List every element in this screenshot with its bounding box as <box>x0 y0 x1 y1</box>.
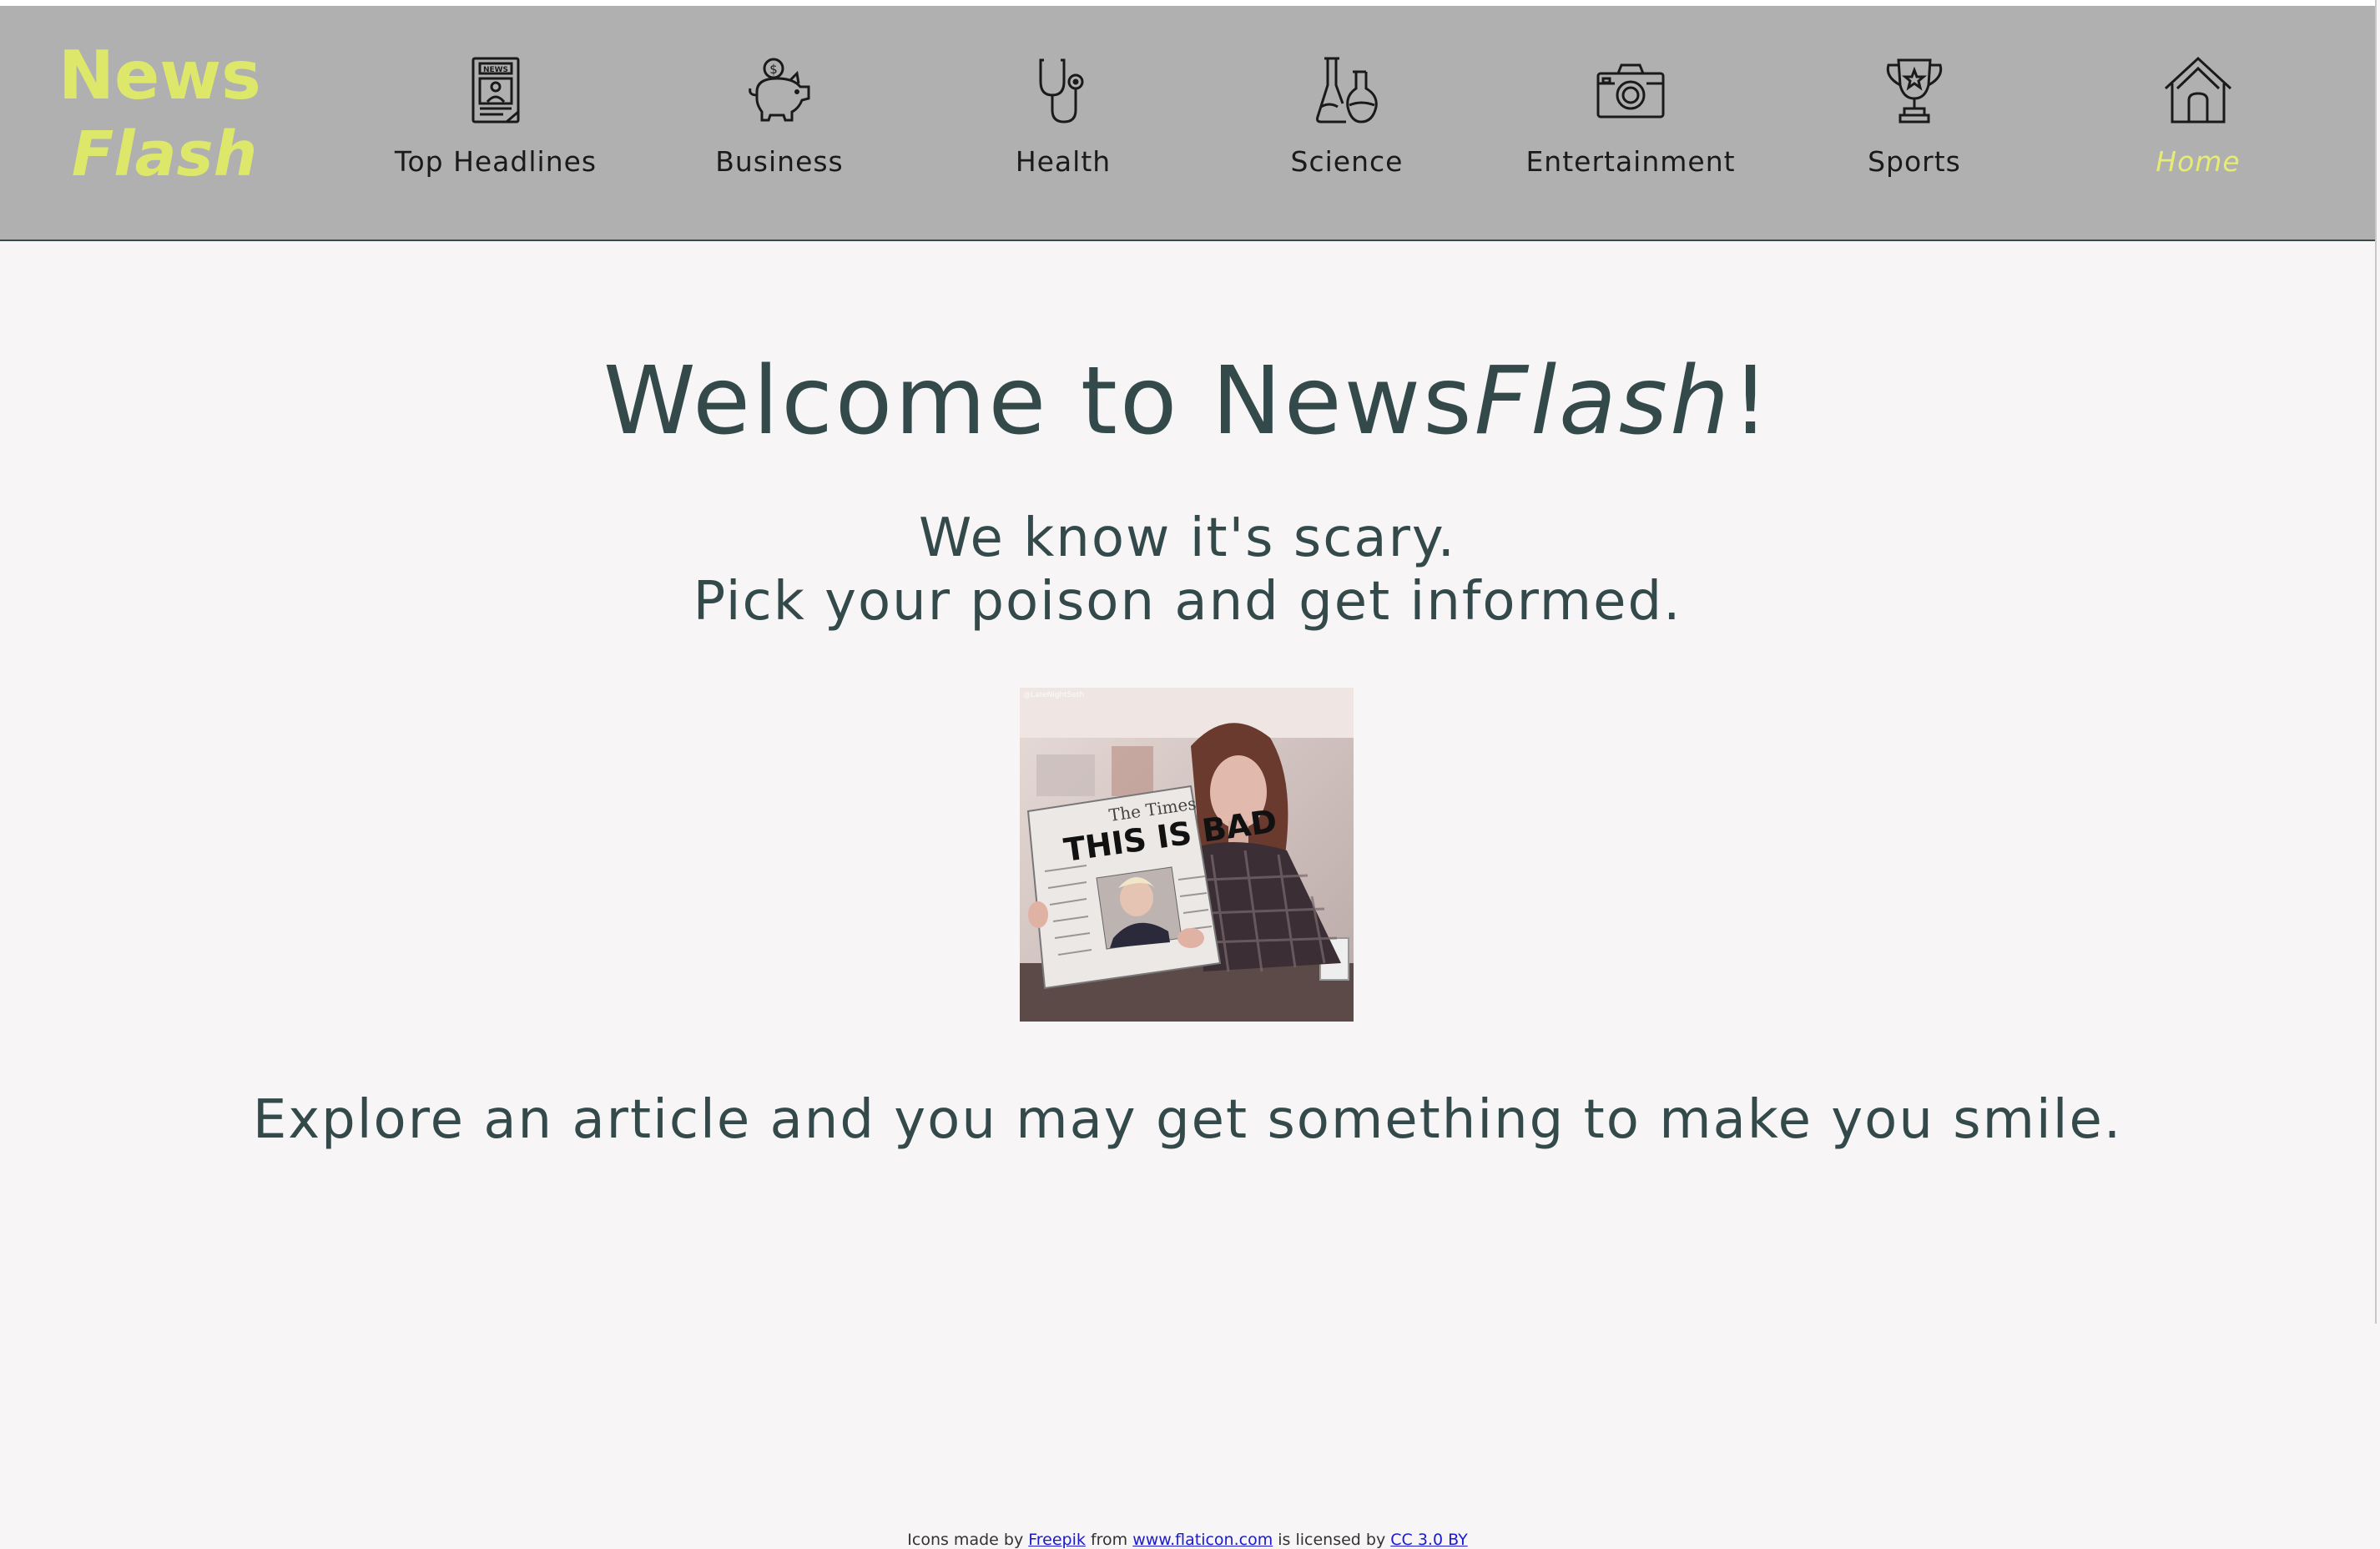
footer-attribution: Icons made by Freepik from www.flaticon.… <box>0 1531 2375 1549</box>
nav-label: Entertainment <box>1525 145 1736 178</box>
tagline-line-2: Pick your poison and get informed. <box>693 571 1682 633</box>
home-icon <box>2164 56 2232 124</box>
nav-label-active: Home <box>2156 145 2241 178</box>
piggy-bank-icon: $ <box>749 58 810 122</box>
nav-label: Science <box>1290 145 1404 178</box>
footer-license-prefix: is licensed by <box>1278 1531 1386 1549</box>
newspaper-reader-illustration: The Times THIS IS BAD @LateNightSeth <box>1020 688 1354 1022</box>
top-strip <box>0 0 2375 6</box>
newspaper-icon: NEWS <box>471 57 520 124</box>
nav-item-science[interactable]: Science <box>1222 52 1472 178</box>
flasks-icon <box>1316 57 1378 124</box>
welcome-prefix: Welcome to News <box>603 347 1475 456</box>
footer-prefix: Icons made by <box>907 1531 1024 1549</box>
nav-item-home[interactable]: Home <box>2073 52 2323 178</box>
explore-text: Explore an article and you may get somet… <box>252 1089 2123 1151</box>
logo-news-text: News <box>58 37 261 114</box>
nav-item-sports[interactable]: Sports <box>1789 52 2040 178</box>
nav-item-business[interactable]: $ Business <box>654 52 905 178</box>
nav-label: Sports <box>1868 145 1961 178</box>
welcome-suffix: ! <box>1732 347 1772 456</box>
svg-text:$: $ <box>769 62 778 77</box>
svg-text:NEWS: NEWS <box>483 66 508 74</box>
nav-item-top-headlines[interactable]: NEWS Top Headlines <box>371 52 621 178</box>
nav-item-entertainment[interactable]: Entertainment <box>1505 52 1756 178</box>
logo[interactable]: News Flash <box>58 37 261 196</box>
page-title: Welcome to NewsFlash! <box>0 347 2375 456</box>
nav-label: Health <box>1015 145 1112 178</box>
trophy-icon <box>1886 58 1943 124</box>
navbar: News Flash NEWS Top Headlines $ Business <box>0 6 2375 241</box>
nav-label: Business <box>715 145 844 178</box>
newspaper-reader-image: The Times THIS IS BAD @LateNightSeth <box>1020 688 1354 1022</box>
image-watermark-text: @LateNightSeth <box>1023 691 1084 699</box>
license-link[interactable]: CC 3.0 BY <box>1390 1531 1467 1549</box>
page-edge <box>2375 0 2377 1324</box>
nav-item-health[interactable]: Health <box>938 52 1188 178</box>
camera-icon <box>1596 63 1665 119</box>
tagline-line-1: We know it's scary. <box>918 507 1457 569</box>
freepik-link[interactable]: Freepik <box>1028 1531 1086 1549</box>
tagline: We know it's scary. Pick your poison and… <box>0 507 2375 633</box>
flaticon-link[interactable]: www.flaticon.com <box>1132 1531 1273 1549</box>
logo-flash-text: Flash <box>71 119 258 190</box>
stethoscope-icon <box>1039 58 1084 124</box>
nav-label: Top Headlines <box>394 145 598 178</box>
welcome-brand: Flash <box>1474 347 1732 456</box>
footer-middle: from <box>1090 1531 1128 1549</box>
